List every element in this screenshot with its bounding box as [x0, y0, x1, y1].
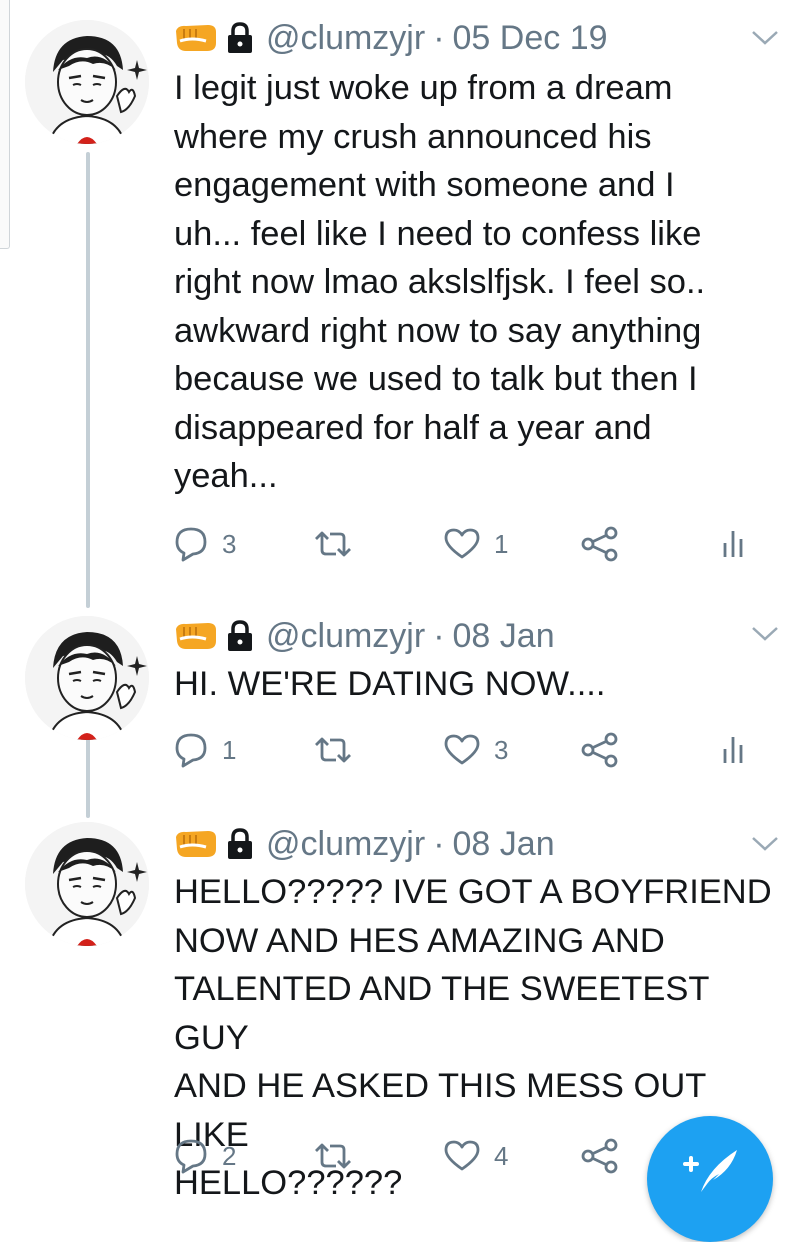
reply-icon [175, 527, 207, 562]
tweet-handle[interactable]: @clumzyjr [266, 19, 425, 58]
analytics-icon [723, 737, 743, 763]
tweet-date[interactable]: 08 Jan [453, 825, 555, 864]
analytics-icon [723, 531, 743, 557]
reply-button[interactable]: 2 [174, 1136, 236, 1176]
avatar[interactable] [25, 616, 149, 740]
tweet-date[interactable]: 08 Jan [453, 617, 555, 656]
retweet-icon [315, 1143, 351, 1169]
retweet-icon [315, 737, 351, 763]
tweet-header: @clumzyjr · 05 Dec 19 [174, 16, 608, 60]
tweet-handle[interactable]: @clumzyjr [266, 617, 425, 656]
share-icon [581, 1138, 618, 1174]
like-count: 4 [494, 1140, 509, 1171]
thread-connector [86, 152, 90, 608]
reply-count: 2 [222, 1140, 237, 1171]
share-icon [581, 526, 618, 562]
tweet-date[interactable]: 05 Dec 19 [453, 19, 608, 58]
like-button[interactable]: 3 [444, 730, 508, 770]
tweet-text: I legit just woke up from a dream where … [174, 69, 706, 495]
fist-emoji-icon [176, 623, 216, 649]
tweet-header: @clumzyjr · 08 Jan [174, 822, 555, 866]
share-button[interactable] [580, 1136, 620, 1176]
header-separator: · [433, 616, 445, 655]
analytics-button[interactable] [722, 730, 744, 770]
tweet-actions: 3 1 [174, 524, 774, 564]
lock-icon [228, 22, 252, 53]
reply-count: 3 [222, 528, 237, 559]
retweet-button[interactable] [314, 524, 366, 564]
heart-icon [444, 1140, 480, 1171]
reply-button[interactable]: 1 [174, 730, 236, 770]
analytics-button[interactable] [722, 524, 744, 564]
retweet-button[interactable] [314, 730, 366, 770]
retweet-button[interactable] [314, 1136, 366, 1176]
avatar[interactable] [25, 822, 149, 946]
header-separator: · [433, 18, 445, 57]
header-separator: · [433, 824, 445, 863]
like-count: 1 [494, 528, 509, 559]
like-button[interactable]: 1 [444, 524, 508, 564]
avatar[interactable] [25, 20, 149, 144]
retweet-icon [315, 531, 351, 557]
tweet-handle[interactable]: @clumzyjr [266, 825, 425, 864]
reply-button[interactable]: 3 [174, 524, 236, 564]
like-count: 3 [494, 734, 509, 765]
lock-icon [228, 620, 252, 651]
chevron-down-icon[interactable] [750, 834, 780, 854]
window-edge [0, 0, 10, 249]
chevron-down-icon[interactable] [750, 624, 780, 644]
heart-icon [444, 528, 480, 559]
share-button[interactable] [580, 730, 620, 770]
tweet-text: HI. WE'RE DATING NOW.... [174, 665, 606, 703]
share-icon [581, 732, 618, 768]
lock-icon [228, 828, 252, 859]
tweet-actions: 1 3 [174, 730, 774, 770]
reply-icon [175, 1139, 207, 1174]
compose-tweet-button[interactable] [647, 1116, 773, 1242]
heart-icon [444, 734, 480, 765]
fist-emoji-icon [176, 831, 216, 857]
tweet-header: @clumzyjr · 08 Jan [174, 614, 555, 658]
reply-count: 1 [222, 734, 237, 765]
fist-emoji-icon [176, 25, 216, 51]
like-button[interactable]: 4 [444, 1136, 508, 1176]
share-button[interactable] [580, 524, 620, 564]
reply-icon [175, 733, 207, 768]
chevron-down-icon[interactable] [750, 28, 780, 48]
compose-tweet-icon [683, 1150, 737, 1192]
